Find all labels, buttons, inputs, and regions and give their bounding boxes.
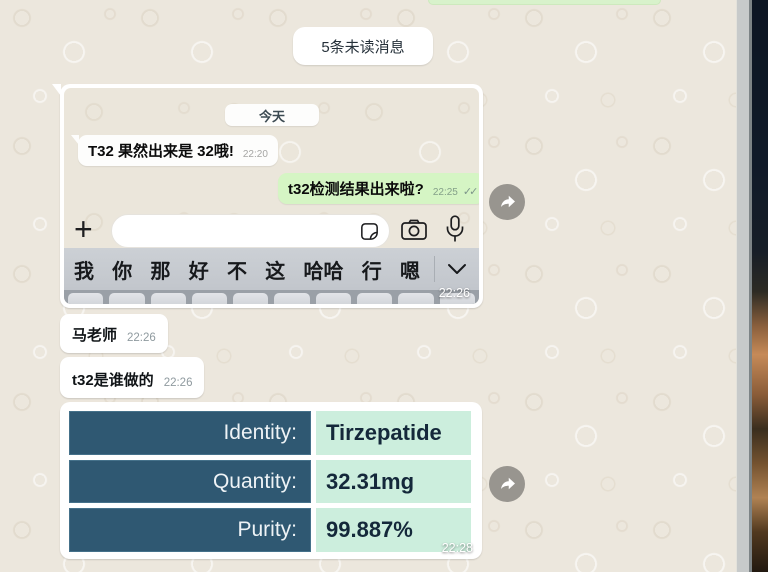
- screenshot-incoming-time: 22:20: [242, 149, 268, 160]
- predictive-char: 好: [188, 260, 209, 283]
- chat-background: 5条未读消息 今天 T32 果然出来是 32哦! 22:20 t32检测结果出来…: [0, 0, 736, 572]
- predictive-suggestions: 我 你 那 好 不 这 哈哈 行 嗯: [64, 255, 434, 284]
- partial-outgoing-bubble: [428, 0, 661, 5]
- forward-arrow-icon: [501, 477, 515, 490]
- screenshot-input-bar: +: [64, 211, 479, 250]
- text-message: 马老师 22:26: [60, 314, 168, 353]
- screenshot-incoming-bubble: T32 果然出来是 32哦! 22:20: [71, 135, 278, 166]
- predictive-char: 我: [74, 260, 94, 283]
- keyboard-key: [109, 293, 145, 304]
- predictive-char: 这: [265, 260, 286, 283]
- report-label: Purity:: [69, 508, 311, 553]
- plus-icon: +: [74, 211, 93, 247]
- screenshot-outgoing-text: t32检测结果出来啦?: [288, 181, 424, 198]
- forward-button[interactable]: [489, 184, 525, 220]
- message-timestamp: 22:26: [438, 286, 470, 300]
- predictive-char: 那: [150, 260, 171, 283]
- keyboard-key: [150, 293, 186, 304]
- screenshot-outgoing-time: 22:25: [432, 187, 458, 198]
- message-timestamp: 22:28: [441, 541, 473, 555]
- keyboard-key: [274, 293, 310, 304]
- keyboard-key: [233, 293, 269, 304]
- message-text: t32是谁做的: [72, 372, 154, 389]
- predictive-char: 不: [227, 260, 247, 283]
- report-label: Identity:: [69, 411, 311, 455]
- forward-arrow-icon: [501, 195, 515, 208]
- message-timestamp: 22:26: [127, 332, 156, 344]
- screenshot-predictive-bar: 我 你 那 好 不 这 哈哈 行 嗯: [64, 248, 479, 290]
- keyboard-key: [398, 293, 434, 304]
- screenshot-content: 今天 T32 果然出来是 32哦! 22:20 t32检测结果出来啦? 22:2…: [64, 88, 479, 304]
- forward-button[interactable]: [489, 466, 525, 502]
- desktop-wallpaper: [752, 0, 768, 572]
- report-table: Identity: Tirzepatide Quantity: 32.31mg …: [64, 406, 478, 555]
- screenshot-keyboard-row: [64, 290, 479, 304]
- table-row: Purity: 99.887%: [69, 508, 471, 553]
- keyboard-key: [191, 293, 228, 304]
- chevron-down-icon: [435, 262, 479, 276]
- image-message-screenshot[interactable]: 今天 T32 果然出来是 32哦! 22:20 t32检测结果出来啦? 22:2…: [52, 84, 483, 308]
- report-value: 32.31mg: [316, 459, 471, 504]
- table-row: Quantity: 32.31mg: [69, 459, 471, 504]
- microphone-icon: [445, 215, 465, 243]
- report-value: Tirzepatide: [316, 411, 471, 455]
- scrollbar[interactable]: [736, 0, 752, 572]
- text-message: t32是谁做的 22:26: [60, 357, 205, 398]
- table-row: Identity: Tirzepatide: [69, 411, 471, 455]
- double-check-icon: ✓✓: [462, 186, 479, 198]
- unread-messages-badge[interactable]: 5条未读消息: [293, 27, 433, 65]
- screenshot-date-pill: 今天: [225, 104, 319, 126]
- keyboard-key: [315, 293, 352, 304]
- keyboard-key: [68, 293, 104, 304]
- message-timestamp: 22:26: [163, 377, 193, 389]
- predictive-char: 行: [361, 260, 382, 283]
- predictive-char: 嗯: [400, 260, 420, 283]
- report-label: Quantity:: [69, 459, 311, 504]
- keyboard-key: [357, 293, 393, 304]
- message-text: 马老师: [72, 327, 118, 344]
- screenshot-incoming-text: T32 果然出来是 32哦!: [88, 143, 234, 160]
- camera-icon: [400, 218, 428, 242]
- predictive-char: 你: [112, 260, 133, 283]
- sticker-icon: [358, 220, 381, 243]
- screenshot-outgoing-bubble: t32检测结果出来啦? 22:25 ✓✓: [278, 173, 479, 204]
- screenshot-message-field: [111, 214, 390, 248]
- image-message-report[interactable]: Identity: Tirzepatide Quantity: 32.31mg …: [60, 402, 482, 559]
- predictive-char: 哈哈: [303, 260, 344, 283]
